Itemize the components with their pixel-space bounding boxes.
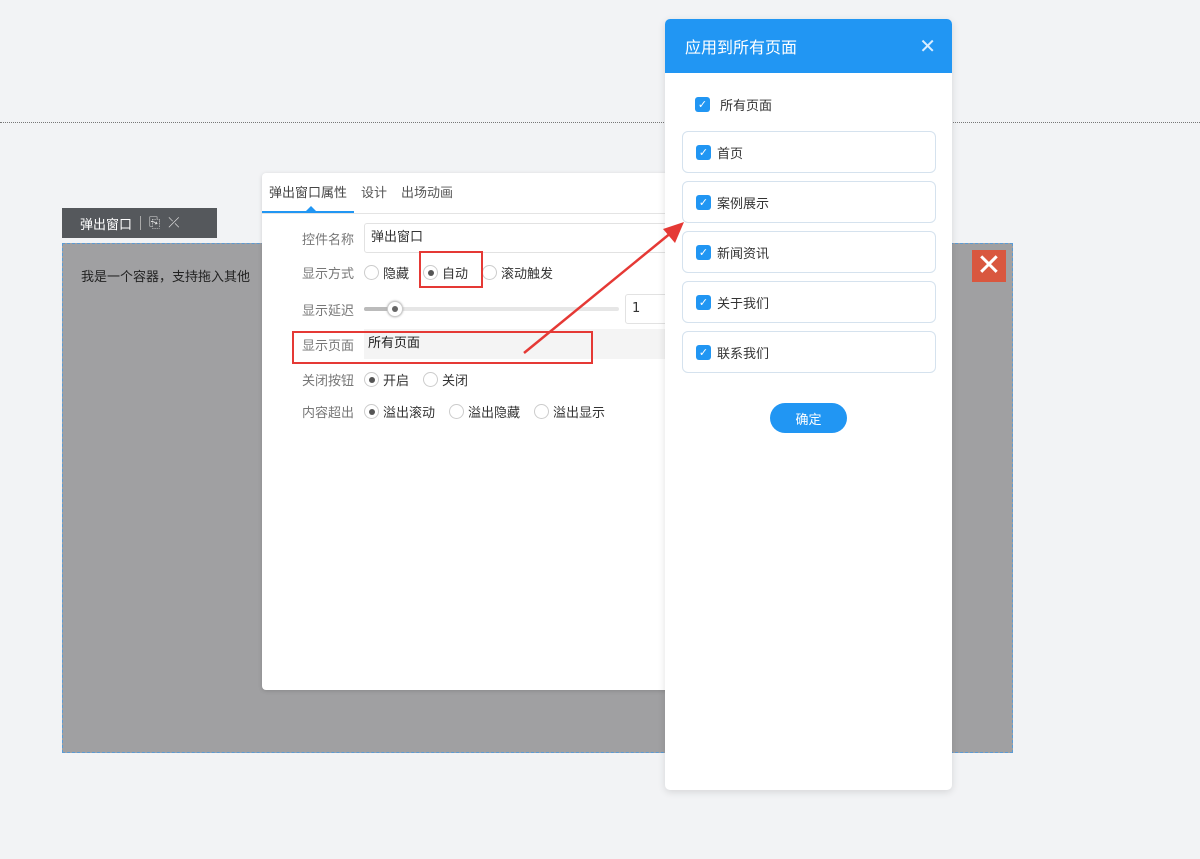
- annotation-arrow: [523, 222, 684, 354]
